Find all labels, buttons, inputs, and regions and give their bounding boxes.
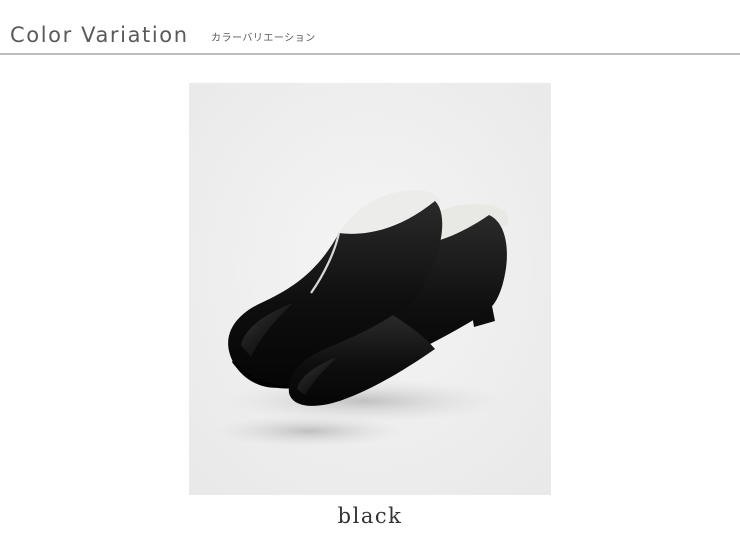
section-title: Color Variation (10, 23, 189, 47)
section-header: Color Variation カラーバリエーション (0, 0, 740, 55)
product-photo[interactable] (189, 83, 551, 495)
header-divider (0, 53, 740, 55)
section-subtitle: カラーバリエーション (211, 33, 316, 44)
black-slip-on-shoes-icon (189, 83, 551, 495)
variant-label: black (337, 504, 403, 528)
